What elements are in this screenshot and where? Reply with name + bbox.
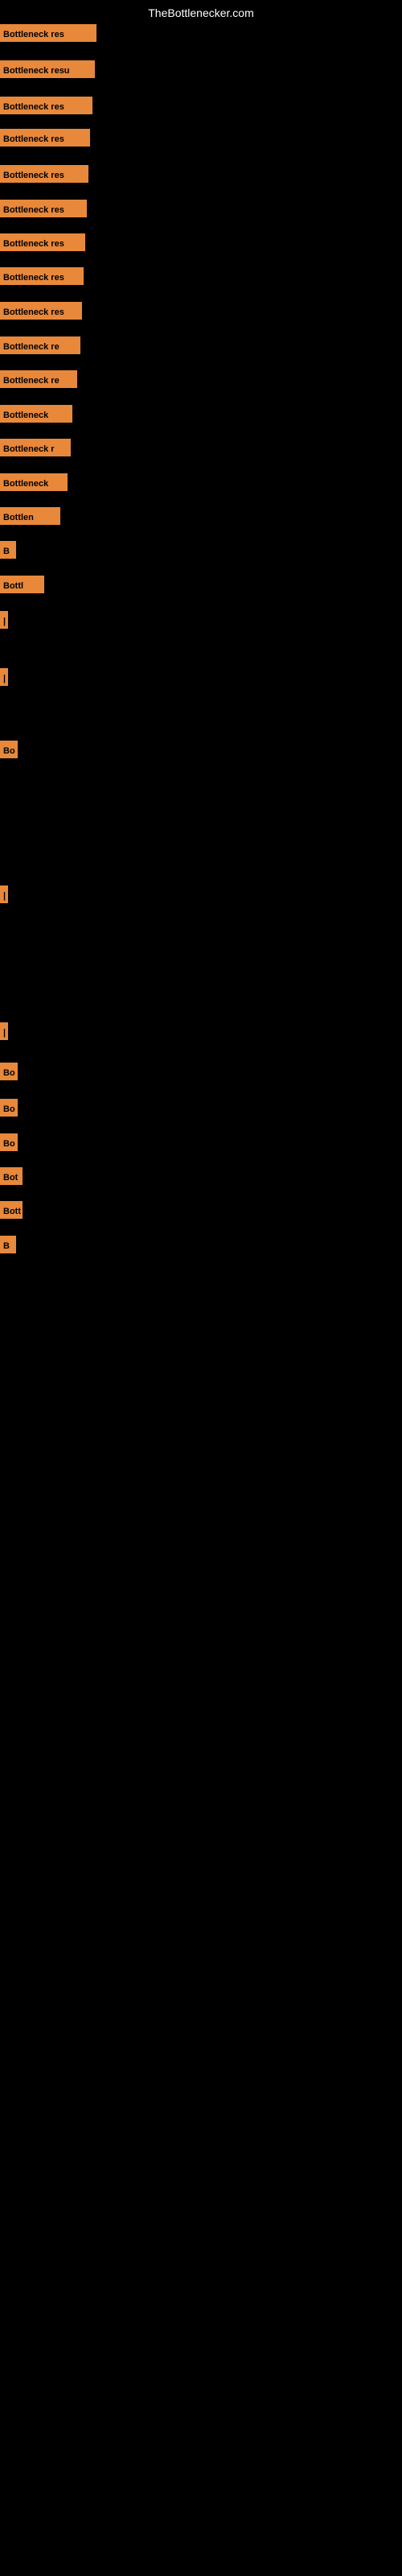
bottleneck-badge: B [0, 541, 16, 559]
bottleneck-badge: | [0, 611, 8, 629]
bottleneck-badge: Bo [0, 1099, 18, 1117]
bottleneck-badge: Bottleneck [0, 473, 68, 491]
bottleneck-badge: Bottleneck re [0, 336, 80, 354]
bottleneck-badge: Bo [0, 1063, 18, 1080]
bottleneck-badge: Bottleneck res [0, 302, 82, 320]
bottleneck-badge: Bo [0, 1133, 18, 1151]
bottleneck-badge: Bottleneck resu [0, 60, 95, 78]
bottleneck-badge: Bottleneck [0, 405, 72, 423]
bottleneck-badge: | [0, 886, 8, 903]
bottleneck-badge: | [0, 1022, 8, 1040]
site-title: TheBottlenecker.com [148, 6, 254, 19]
bottleneck-badge: Bottleneck re [0, 370, 77, 388]
bottleneck-badge: Bottleneck res [0, 200, 87, 217]
bottleneck-badge: Bo [0, 741, 18, 758]
bottleneck-badge: Bottleneck res [0, 233, 85, 251]
bottleneck-badge: B [0, 1236, 16, 1253]
bottleneck-badge: Bottleneck res [0, 165, 88, 183]
bottleneck-badge: Bottleneck res [0, 267, 84, 285]
bottleneck-badge: Bottleneck res [0, 129, 90, 147]
bottleneck-badge: Bottleneck r [0, 439, 71, 456]
bottleneck-badge: Bottleneck res [0, 24, 96, 42]
bottleneck-badge: | [0, 668, 8, 686]
bottleneck-badge: Bott [0, 1201, 23, 1219]
bottleneck-badge: Bottleneck res [0, 97, 92, 114]
bottleneck-badge: Bottl [0, 576, 44, 593]
bottleneck-badge: Bottlen [0, 507, 60, 525]
bottleneck-badge: Bot [0, 1167, 23, 1185]
